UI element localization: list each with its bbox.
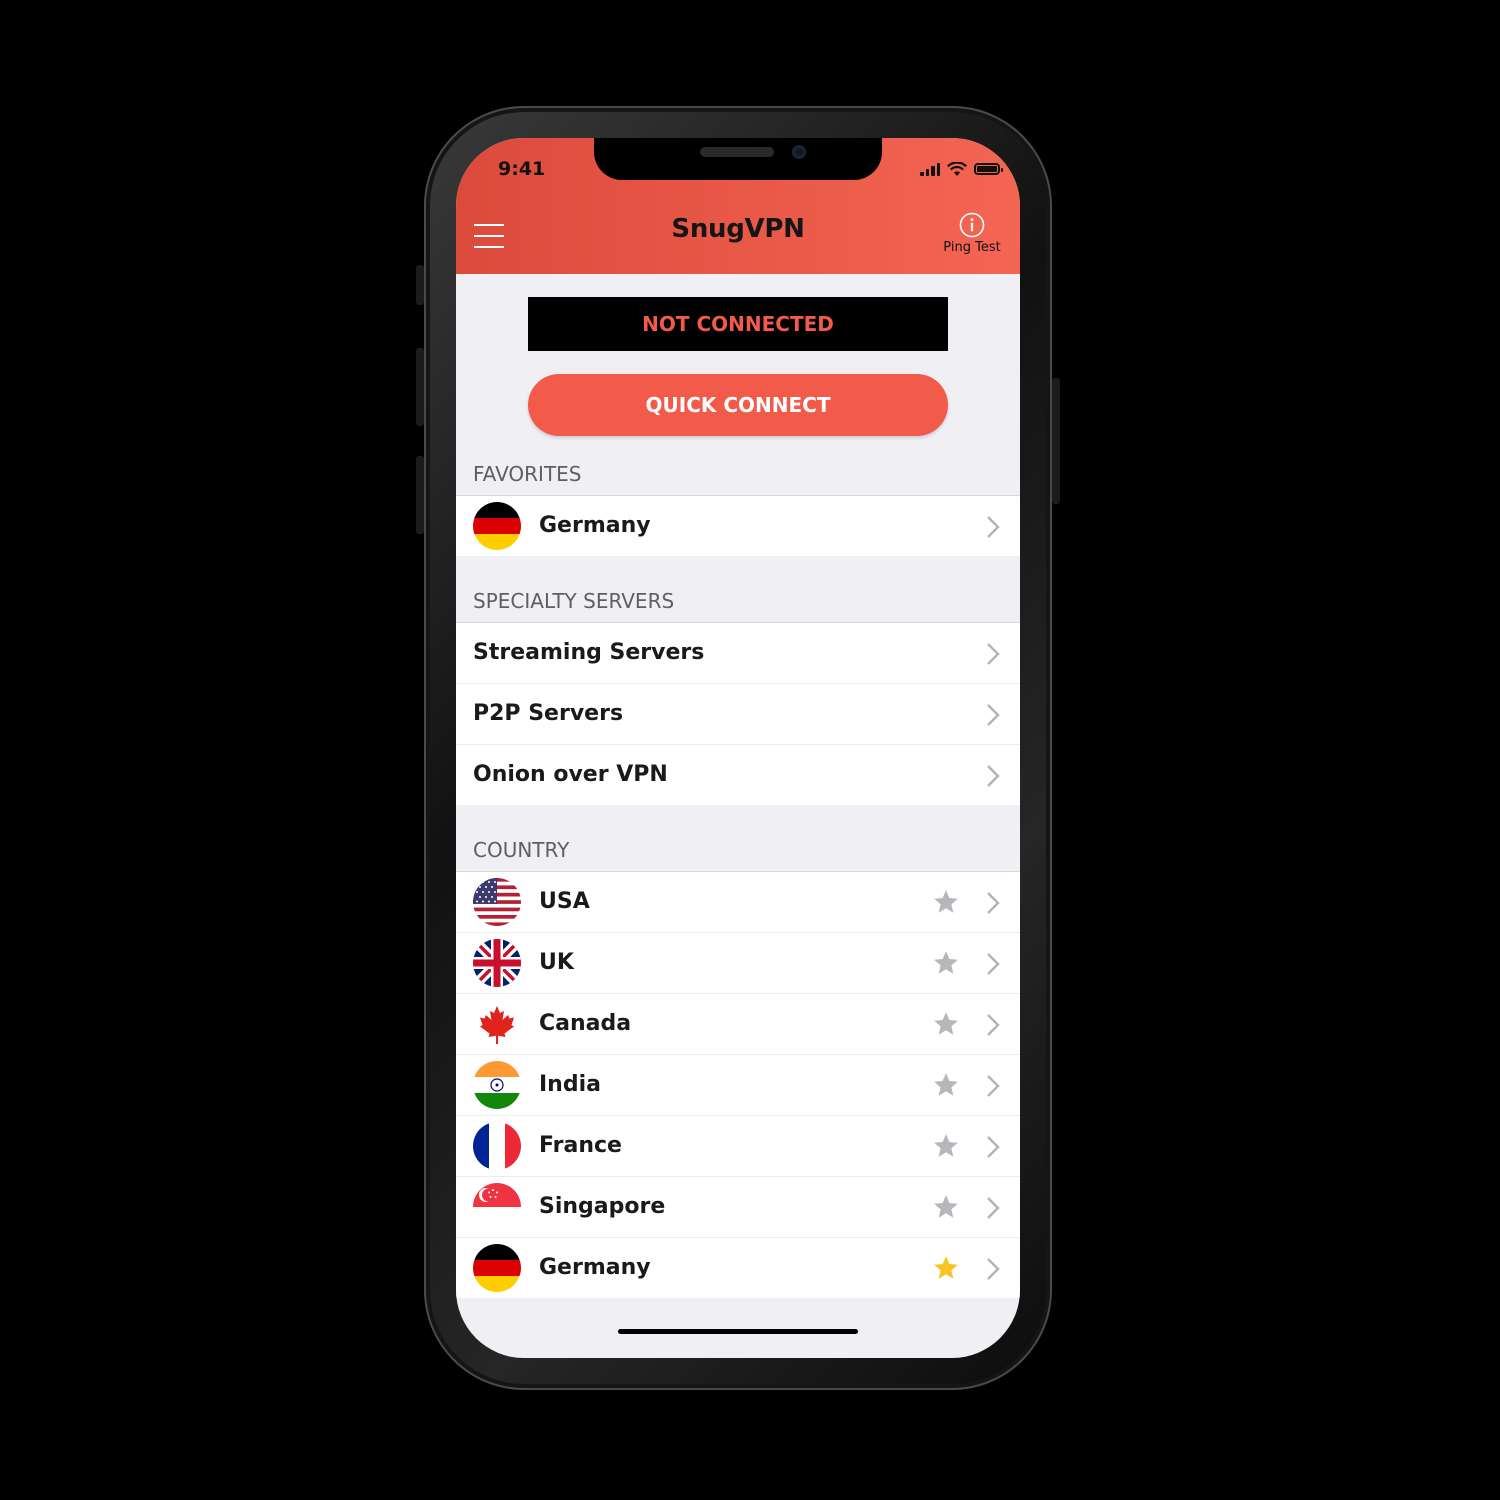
france-flag-icon: [473, 1122, 521, 1170]
country-item-germany[interactable]: Germany: [456, 1238, 1020, 1298]
home-indicator[interactable]: [618, 1329, 858, 1334]
chevron-right-icon: [987, 1258, 1000, 1280]
singapore-flag-icon: [473, 1183, 521, 1231]
chevron-right-icon: [987, 704, 1000, 726]
country-name: Singapore: [539, 1194, 666, 1219]
favorites-list: Germany: [456, 495, 1020, 556]
star-icon[interactable]: [932, 1132, 960, 1160]
phone-notch: [594, 138, 882, 180]
country-item-france[interactable]: France: [456, 1116, 1020, 1177]
status-icons: [920, 160, 1003, 178]
status-time: 9:41: [498, 158, 546, 180]
chevron-right-icon: [987, 765, 1000, 787]
specialty-item-p2p[interactable]: P2P Servers: [456, 684, 1020, 745]
country-name: Canada: [539, 1011, 632, 1036]
usa-flag-icon: [473, 878, 521, 926]
volume-down-button: [416, 456, 424, 534]
star-icon[interactable]: [932, 1193, 960, 1221]
battery-icon: [974, 163, 1003, 175]
connection-status: NOT CONNECTED: [528, 297, 948, 351]
specialty-name: Streaming Servers: [473, 640, 705, 665]
specialty-item-streaming[interactable]: Streaming Servers: [456, 623, 1020, 684]
chevron-right-icon: [987, 953, 1000, 975]
favorite-name: Germany: [539, 513, 651, 538]
app-title: SnugVPN: [671, 214, 805, 244]
chevron-right-icon: [987, 1014, 1000, 1036]
country-item-uk[interactable]: UK: [456, 933, 1020, 994]
quick-connect-button[interactable]: QUICK CONNECT: [528, 374, 948, 436]
chevron-right-icon: [987, 1136, 1000, 1158]
chevron-right-icon: [987, 516, 1000, 538]
country-name: USA: [539, 889, 590, 914]
wifi-icon: [947, 161, 967, 176]
phone-screen: 9:41 SnugVPN Ping Test NOT CONNECTED QUI…: [456, 138, 1020, 1358]
country-name: India: [539, 1072, 601, 1097]
speaker-grille: [700, 147, 774, 157]
specialty-item-onion[interactable]: Onion over VPN: [456, 745, 1020, 805]
specialty-name: P2P Servers: [473, 701, 624, 726]
volume-up-button: [416, 348, 424, 426]
chevron-right-icon: [987, 1197, 1000, 1219]
india-flag-icon: [473, 1061, 521, 1109]
country-name: UK: [539, 950, 574, 975]
info-icon: [959, 212, 985, 238]
country-item-india[interactable]: India: [456, 1055, 1020, 1116]
favorite-item-germany[interactable]: Germany: [456, 496, 1020, 556]
country-name: France: [539, 1133, 622, 1158]
country-name: Germany: [539, 1255, 651, 1280]
chevron-right-icon: [987, 1075, 1000, 1097]
country-header: COUNTRY: [473, 838, 570, 862]
canada-flag-icon: [473, 1000, 521, 1048]
uk-flag-icon: [473, 939, 521, 987]
country-item-usa[interactable]: USA: [456, 872, 1020, 933]
ping-test-button[interactable]: Ping Test: [940, 212, 1004, 255]
country-item-singapore[interactable]: Singapore: [456, 1177, 1020, 1238]
front-camera: [792, 145, 806, 159]
cellular-signal-icon: [920, 162, 940, 176]
favorites-header: FAVORITES: [473, 462, 582, 486]
star-icon[interactable]: [932, 1010, 960, 1038]
chevron-right-icon: [987, 892, 1000, 914]
ping-test-label: Ping Test: [943, 240, 1001, 255]
star-icon[interactable]: [932, 1071, 960, 1099]
country-item-canada[interactable]: Canada: [456, 994, 1020, 1055]
chevron-right-icon: [987, 643, 1000, 665]
power-button: [1052, 378, 1060, 504]
specialty-servers-list: Streaming Servers P2P Servers Onion over…: [456, 622, 1020, 805]
star-icon[interactable]: [932, 888, 960, 916]
country-list: USA UK Canada India France Singapore Ger…: [456, 871, 1020, 1298]
specialty-servers-header: SPECIALTY SERVERS: [473, 589, 675, 613]
germany-flag-icon: [473, 502, 521, 550]
star-icon[interactable]: [932, 949, 960, 977]
specialty-name: Onion over VPN: [473, 762, 668, 787]
star-filled-icon[interactable]: [932, 1254, 960, 1282]
mute-switch: [416, 265, 424, 305]
germany-flag-icon: [473, 1244, 521, 1292]
